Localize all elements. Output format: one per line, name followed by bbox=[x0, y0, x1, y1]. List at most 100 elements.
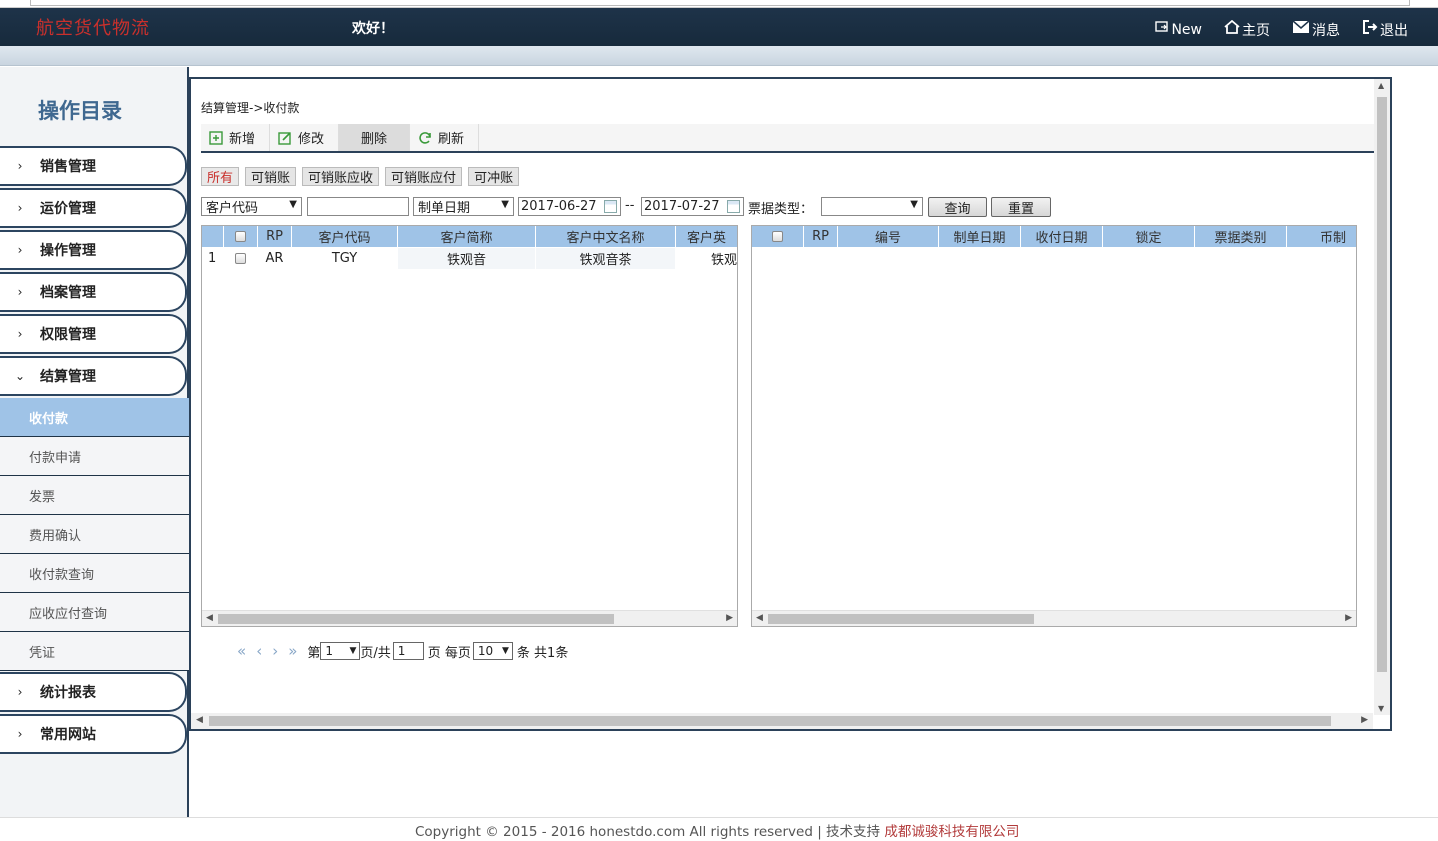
pager-suffix: 条 共1条 bbox=[516, 645, 569, 661]
receipt-grid-hscroll[interactable]: ◀ ▶ bbox=[752, 610, 1356, 626]
date-from-value: 2017-06-27 bbox=[521, 199, 597, 214]
filter-writeoff-receivable[interactable]: 可销账应收 bbox=[302, 167, 380, 186]
col-customer-code[interactable]: 客户代码 bbox=[292, 226, 398, 247]
dropdown-arrow-icon: ▼ bbox=[501, 199, 509, 210]
messages-link[interactable]: 消息 bbox=[1292, 17, 1340, 39]
scroll-thumb[interactable] bbox=[209, 716, 1331, 726]
new-link[interactable]: New bbox=[1155, 17, 1202, 38]
edit-button[interactable]: 修改 bbox=[270, 124, 340, 151]
last-page-icon[interactable]: » bbox=[288, 642, 297, 660]
menu-reports[interactable]: › 统计报表 bbox=[0, 672, 187, 712]
main-panel: 结算管理->收付款 新增 修改 删除 刷新 所有 可销账 可销账应收 可销账应付… bbox=[189, 77, 1392, 731]
date-type-select[interactable]: 制单日期 ▼ bbox=[413, 197, 514, 216]
menu-operations[interactable]: › 操作管理 bbox=[0, 230, 187, 270]
home-link[interactable]: 主页 bbox=[1224, 17, 1270, 39]
company-link[interactable]: 成都诚骏科技有限公司 bbox=[884, 824, 1019, 840]
sidebar-item-receipts-payments[interactable]: 收付款 bbox=[0, 398, 189, 437]
header-nav: New 主页 消息 退出 bbox=[1155, 17, 1408, 39]
col-customer-cn-name[interactable]: 客户中文名称 bbox=[536, 226, 676, 247]
menu-permissions[interactable]: › 权限管理 bbox=[0, 314, 187, 354]
col-create-date[interactable]: 制单日期 bbox=[939, 226, 1021, 247]
row-checkbox-cell[interactable] bbox=[224, 248, 258, 269]
select-all-checkbox[interactable] bbox=[235, 231, 246, 242]
col-customer-en[interactable]: 客户英 bbox=[676, 226, 737, 247]
scroll-thumb[interactable] bbox=[1377, 97, 1387, 672]
date-from-input[interactable]: 2017-06-27 bbox=[518, 197, 621, 216]
menu-sales[interactable]: › 销售管理 bbox=[0, 146, 187, 186]
sidebar-item-voucher[interactable]: 凭证 bbox=[0, 632, 189, 671]
scroll-thumb[interactable] bbox=[768, 614, 1034, 624]
sidebar-item-receipts-query[interactable]: 收付款查询 bbox=[0, 554, 189, 593]
sidebar-item-invoice[interactable]: 发票 bbox=[0, 476, 189, 515]
menu-label: 结算管理 bbox=[40, 369, 96, 385]
row-checkbox[interactable] bbox=[235, 253, 246, 264]
field-value-input[interactable] bbox=[307, 197, 409, 216]
bill-type-select[interactable]: ▼ bbox=[821, 197, 923, 216]
col-number[interactable]: 编号 bbox=[838, 226, 939, 247]
query-button[interactable]: 查询 bbox=[928, 197, 987, 217]
panel-vscroll[interactable]: ▲ ▼ bbox=[1374, 79, 1390, 715]
first-page-icon[interactable]: « bbox=[237, 642, 246, 660]
menu-label: 统计报表 bbox=[40, 685, 96, 701]
scroll-left-icon[interactable]: ◀ bbox=[756, 613, 763, 623]
add-button[interactable]: 新增 bbox=[201, 124, 271, 151]
greeting-text: 欢好！ bbox=[352, 21, 394, 37]
calendar-icon[interactable] bbox=[604, 200, 617, 213]
col-locked[interactable]: 锁定 bbox=[1103, 226, 1195, 247]
cell-customer-cn-name: 铁观音茶 bbox=[536, 248, 676, 269]
col-rp[interactable]: RP bbox=[258, 226, 292, 247]
app-header: 航空货代物流 欢好！ New 主页 消息 退出 bbox=[0, 8, 1438, 46]
col-currency[interactable]: 币制 bbox=[1287, 226, 1356, 247]
scroll-thumb[interactable] bbox=[218, 614, 614, 624]
reset-button[interactable]: 重置 bbox=[991, 197, 1051, 217]
menu-rates[interactable]: › 运价管理 bbox=[0, 188, 187, 228]
menu-settlement[interactable]: ⌄ 结算管理 bbox=[0, 356, 187, 396]
total-pages-input[interactable]: 1 bbox=[392, 642, 424, 660]
receipt-grid: RP 编号 制单日期 收付日期 锁定 票据类别 币制 ◀ ▶ bbox=[751, 225, 1357, 627]
prev-page-icon[interactable]: ‹ bbox=[256, 642, 262, 660]
edit-button-label: 修改 bbox=[298, 132, 325, 147]
scroll-right-icon[interactable]: ▶ bbox=[726, 613, 733, 623]
scroll-up-icon[interactable]: ▲ bbox=[1378, 81, 1384, 90]
refresh-button[interactable]: 刷新 bbox=[410, 124, 480, 151]
filter-writeoff-payable[interactable]: 可销账应付 bbox=[385, 167, 463, 186]
menu-common-sites[interactable]: › 常用网站 bbox=[0, 714, 187, 754]
col-rp[interactable]: RP bbox=[804, 226, 838, 247]
scroll-down-icon[interactable]: ▼ bbox=[1378, 704, 1384, 713]
scroll-left-icon[interactable]: ◀ bbox=[206, 613, 213, 623]
scroll-left-icon[interactable]: ◀ bbox=[196, 715, 203, 725]
filter-writeoff[interactable]: 可销账 bbox=[245, 167, 297, 186]
menu-label: 档案管理 bbox=[40, 285, 96, 301]
dropdown-arrow-icon: ▼ bbox=[910, 199, 918, 210]
col-bill-category[interactable]: 票据类别 bbox=[1195, 226, 1287, 247]
col-pay-date[interactable]: 收付日期 bbox=[1021, 226, 1103, 247]
col-select-all[interactable] bbox=[224, 226, 258, 247]
scroll-right-icon[interactable]: ▶ bbox=[1361, 715, 1368, 725]
search-row: 客户代码 ▼ 制单日期 ▼ 2017-06-27 -- 2017-07-27 票据类… bbox=[201, 197, 1381, 219]
refresh-button-label: 刷新 bbox=[438, 132, 465, 147]
page-select-value: 1 bbox=[325, 644, 334, 658]
date-to-input[interactable]: 2017-07-27 bbox=[641, 197, 744, 216]
sidebar-item-ar-ap-query[interactable]: 应收应付查询 bbox=[0, 593, 189, 632]
scroll-right-icon[interactable]: ▶ bbox=[1345, 613, 1352, 623]
col-select-all[interactable] bbox=[752, 226, 804, 247]
table-row[interactable]: 1 AR TGY 铁观音 铁观音茶 铁观 bbox=[202, 248, 737, 269]
calendar-icon[interactable] bbox=[727, 200, 740, 213]
sidebar-item-payment-request[interactable]: 付款申请 bbox=[0, 437, 189, 476]
select-all-checkbox[interactable] bbox=[772, 231, 783, 242]
home-icon bbox=[1224, 20, 1240, 34]
col-customer-short[interactable]: 客户简称 bbox=[398, 226, 536, 247]
date-type-value: 制单日期 bbox=[418, 201, 471, 216]
per-page-select[interactable]: 10 ▼ bbox=[472, 642, 513, 660]
sidebar-item-fee-confirm[interactable]: 费用确认 bbox=[0, 515, 189, 554]
menu-archives[interactable]: › 档案管理 bbox=[0, 272, 187, 312]
filter-all[interactable]: 所有 bbox=[201, 167, 240, 186]
customer-grid-hscroll[interactable]: ◀ ▶ bbox=[202, 610, 737, 626]
logout-link[interactable]: 退出 bbox=[1362, 17, 1408, 39]
filter-offset[interactable]: 可冲账 bbox=[468, 167, 520, 186]
field-select[interactable]: 客户代码 ▼ bbox=[201, 197, 302, 216]
page-select[interactable]: 1 ▼ bbox=[320, 642, 361, 660]
panel-hscroll[interactable]: ◀ ▶ bbox=[191, 713, 1373, 729]
delete-button[interactable]: 删除 bbox=[339, 124, 411, 151]
next-page-icon[interactable]: › bbox=[272, 642, 278, 660]
